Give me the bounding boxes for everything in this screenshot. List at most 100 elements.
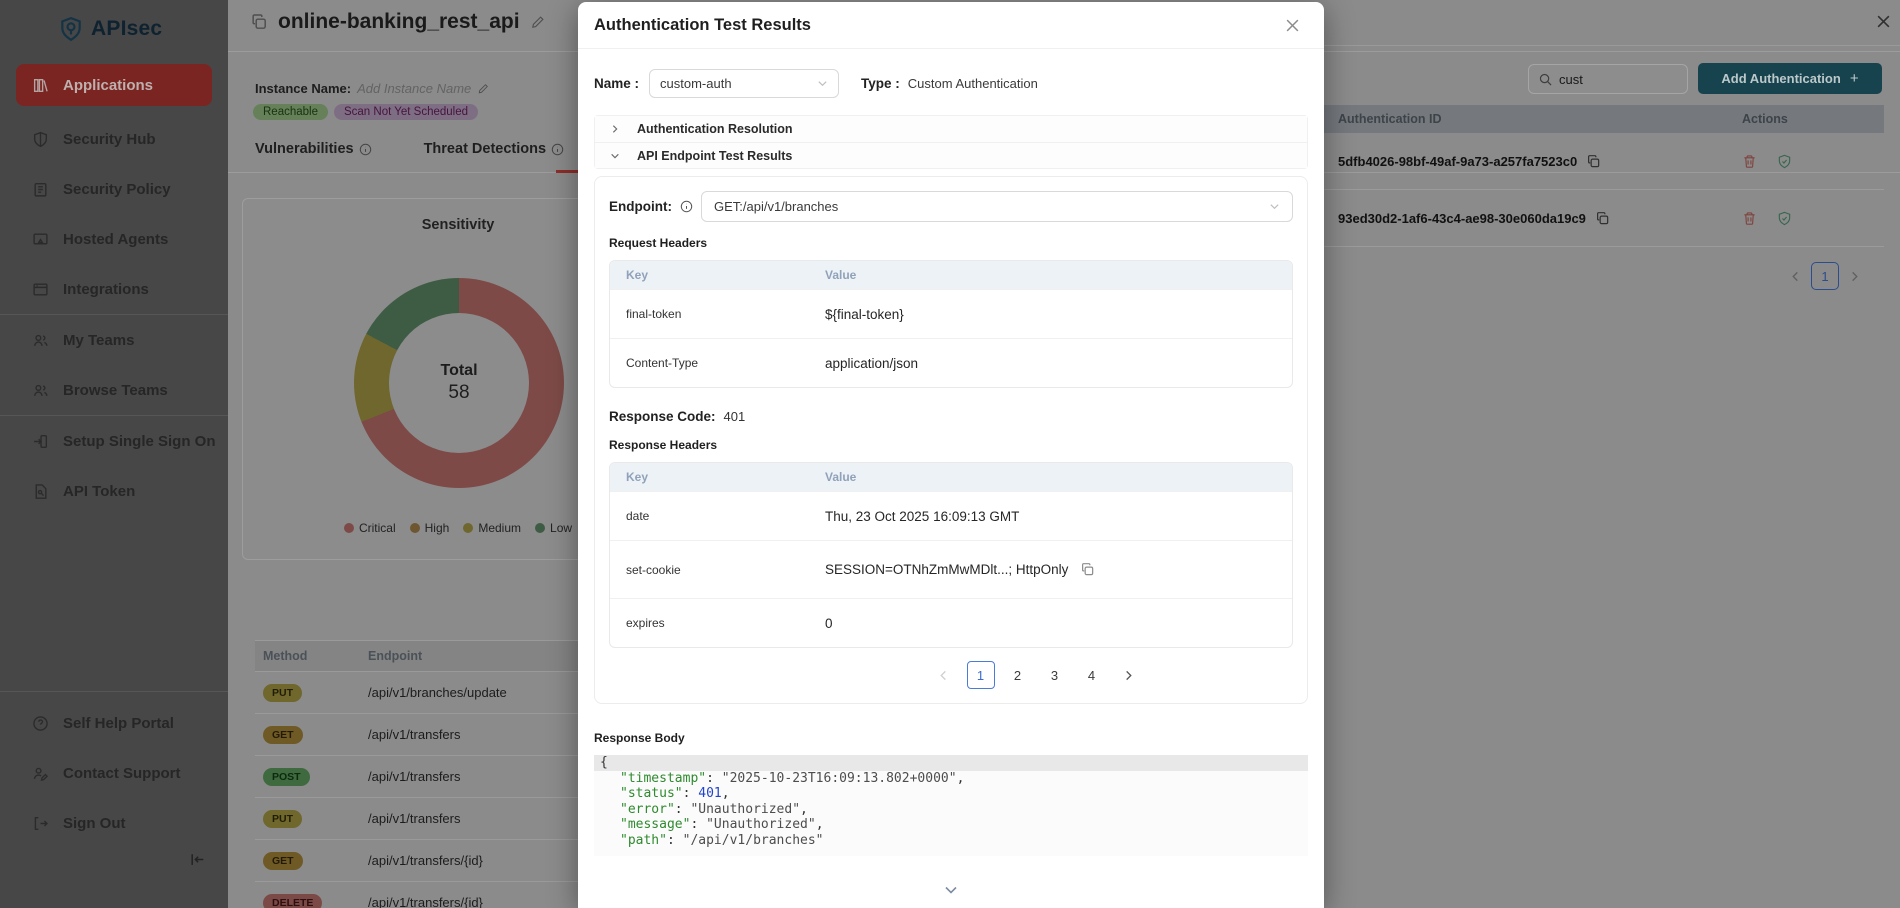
delete-icon[interactable]: [1742, 211, 1757, 226]
info-icon[interactable]: [551, 143, 564, 156]
legend-label: Medium: [478, 521, 521, 535]
authentication-search-input[interactable]: cust: [1528, 64, 1688, 94]
method-badge: DELETE: [263, 894, 322, 908]
response-body-label: Response Body: [594, 731, 1308, 745]
panel-label: API Endpoint Test Results: [637, 149, 792, 163]
users-icon: [32, 382, 49, 399]
response-code-value: 401: [724, 409, 746, 424]
header-key: Content-Type: [610, 356, 825, 370]
chevron-down-icon: [1269, 201, 1280, 212]
edit-pencil-icon[interactable]: [530, 15, 545, 30]
instance-name-placeholder[interactable]: Add Instance Name: [357, 81, 471, 96]
sidebar-item-contact-support[interactable]: Contact Support: [0, 748, 228, 798]
collapse-panels: Authentication Resolution API Endpoint T…: [594, 115, 1308, 169]
sidebar-footer: Self Help Portal Contact Support Sign Ou…: [0, 691, 228, 848]
users-icon: [32, 332, 49, 349]
name-select-value: custom-auth: [660, 76, 732, 91]
next-page-icon[interactable]: [1849, 271, 1860, 282]
scan-status-badge: Scan Not Yet Scheduled: [334, 104, 478, 120]
page-number[interactable]: 3: [1041, 661, 1069, 689]
sidebar-item-sign-out[interactable]: Sign Out: [0, 798, 228, 848]
request-headers-label: Request Headers: [609, 236, 1293, 250]
info-icon[interactable]: [359, 143, 372, 156]
sidebar-item-hosted-agents[interactable]: Hosted Agents: [0, 214, 228, 264]
sensitivity-donut-chart[interactable]: Total 58: [354, 278, 564, 488]
tab-threat-detections[interactable]: Threat Detections: [424, 141, 564, 157]
code-brace: {: [600, 755, 608, 770]
shield-check-icon[interactable]: [1777, 154, 1792, 169]
code-line: {: [594, 755, 1308, 771]
drawer-close-icon[interactable]: [1876, 14, 1891, 29]
prev-page-icon[interactable]: [1790, 271, 1801, 282]
sidebar-item-label: Self Help Portal: [63, 715, 174, 732]
sidebar-item-security-hub[interactable]: Security Hub: [0, 114, 228, 164]
donut-total-value: 58: [448, 382, 469, 404]
response-body-code[interactable]: { "timestamp": "2025-10-23T16:09:13.802+…: [594, 755, 1308, 856]
method-badge: GET: [263, 726, 303, 744]
page-header: online-banking_rest_api: [250, 10, 545, 34]
header-key: set-cookie: [610, 563, 825, 577]
modal-close-icon[interactable]: [1285, 18, 1300, 33]
sidebar-collapse-icon[interactable]: [189, 851, 206, 868]
info-icon[interactable]: [680, 200, 693, 213]
scroll-down-icon[interactable]: [943, 882, 959, 898]
delete-icon[interactable]: [1742, 154, 1757, 169]
name-select[interactable]: custom-auth: [649, 69, 839, 98]
table-row: set-cookie SESSION=OTNhZmMwMDlt...; Http…: [610, 540, 1292, 598]
drawer-header-divider: [1320, 45, 1900, 46]
panel-api-endpoint-test-results[interactable]: API Endpoint Test Results: [595, 142, 1307, 168]
legend-item-medium[interactable]: Medium: [463, 521, 521, 535]
authentication-row[interactable]: 5dfb4026-98bf-49af-9a73-a257fa7523c0: [1320, 133, 1884, 190]
copy-icon[interactable]: [1595, 211, 1610, 226]
page-number-current[interactable]: 1: [1811, 262, 1839, 290]
monitor-icon: [32, 231, 49, 248]
instance-name-row: Instance Name: Add Instance Name: [255, 81, 489, 96]
authentication-row[interactable]: 93ed30d2-1af6-43c4-ae98-30e060da19c9: [1320, 190, 1884, 247]
tab-vulnerabilities[interactable]: Vulnerabilities: [255, 141, 372, 157]
method-badge: POST: [263, 768, 310, 786]
legend-label: Low: [550, 521, 572, 535]
sidebar-item-setup-sso[interactable]: Setup Single Sign On: [0, 416, 228, 466]
page-number[interactable]: 2: [1004, 661, 1032, 689]
panel-authentication-resolution[interactable]: Authentication Resolution: [595, 116, 1307, 142]
column-header-value: Value: [825, 470, 1292, 484]
reachable-badge: Reachable: [253, 104, 328, 120]
sidebar-item-browse-teams[interactable]: Browse Teams: [0, 365, 228, 415]
shield-check-icon[interactable]: [1777, 211, 1792, 226]
type-label: Type :: [861, 76, 900, 91]
endpoint-select[interactable]: GET:/api/v1/branches: [701, 191, 1293, 222]
sidebar-item-my-teams[interactable]: My Teams: [0, 315, 228, 365]
sidebar-item-applications[interactable]: Applications: [16, 64, 212, 106]
prev-page-icon[interactable]: [930, 661, 958, 689]
donut-center: Total 58: [389, 313, 529, 453]
page-number[interactable]: 4: [1078, 661, 1106, 689]
header-value: Thu, 23 Oct 2025 16:09:13 GMT: [825, 509, 1292, 524]
edit-pencil-icon[interactable]: [477, 83, 489, 95]
sidebar-item-self-help-portal[interactable]: Self Help Portal: [0, 698, 228, 748]
file-key-icon: [32, 483, 49, 500]
copy-icon[interactable]: [1080, 562, 1095, 577]
add-authentication-button[interactable]: Add Authentication +: [1698, 63, 1882, 94]
sidebar-item-api-token[interactable]: API Token: [0, 466, 228, 516]
instance-name-label: Instance Name:: [255, 81, 351, 96]
next-page-icon[interactable]: [1115, 661, 1143, 689]
modal-title: Authentication Test Results: [594, 16, 811, 35]
header-key: expires: [610, 616, 825, 630]
code-line: "path": "/api/v1/branches": [594, 833, 1308, 849]
legend-item-high[interactable]: High: [410, 521, 450, 535]
type-value: Custom Authentication: [908, 76, 1038, 91]
legend-item-low[interactable]: Low: [535, 521, 572, 535]
authentication-table-header: Authentication ID Actions: [1320, 105, 1884, 133]
authentication-id: 93ed30d2-1af6-43c4-ae98-30e060da19c9: [1338, 211, 1586, 226]
sidebar-item-integrations[interactable]: Integrations: [0, 264, 228, 314]
endpoint-label: Endpoint:: [609, 199, 672, 214]
chevron-right-icon: [610, 124, 620, 134]
modal-pagination: 1 2 3 4: [694, 661, 1324, 689]
modal-header: Authentication Test Results: [578, 2, 1324, 49]
legend-item-critical[interactable]: Critical: [344, 521, 396, 535]
copy-icon[interactable]: [250, 13, 268, 31]
page-number[interactable]: 1: [967, 661, 995, 689]
sidebar-item-security-policy[interactable]: Security Policy: [0, 164, 228, 214]
copy-icon[interactable]: [1586, 154, 1601, 169]
sidebar-item-label: Security Policy: [63, 181, 171, 198]
